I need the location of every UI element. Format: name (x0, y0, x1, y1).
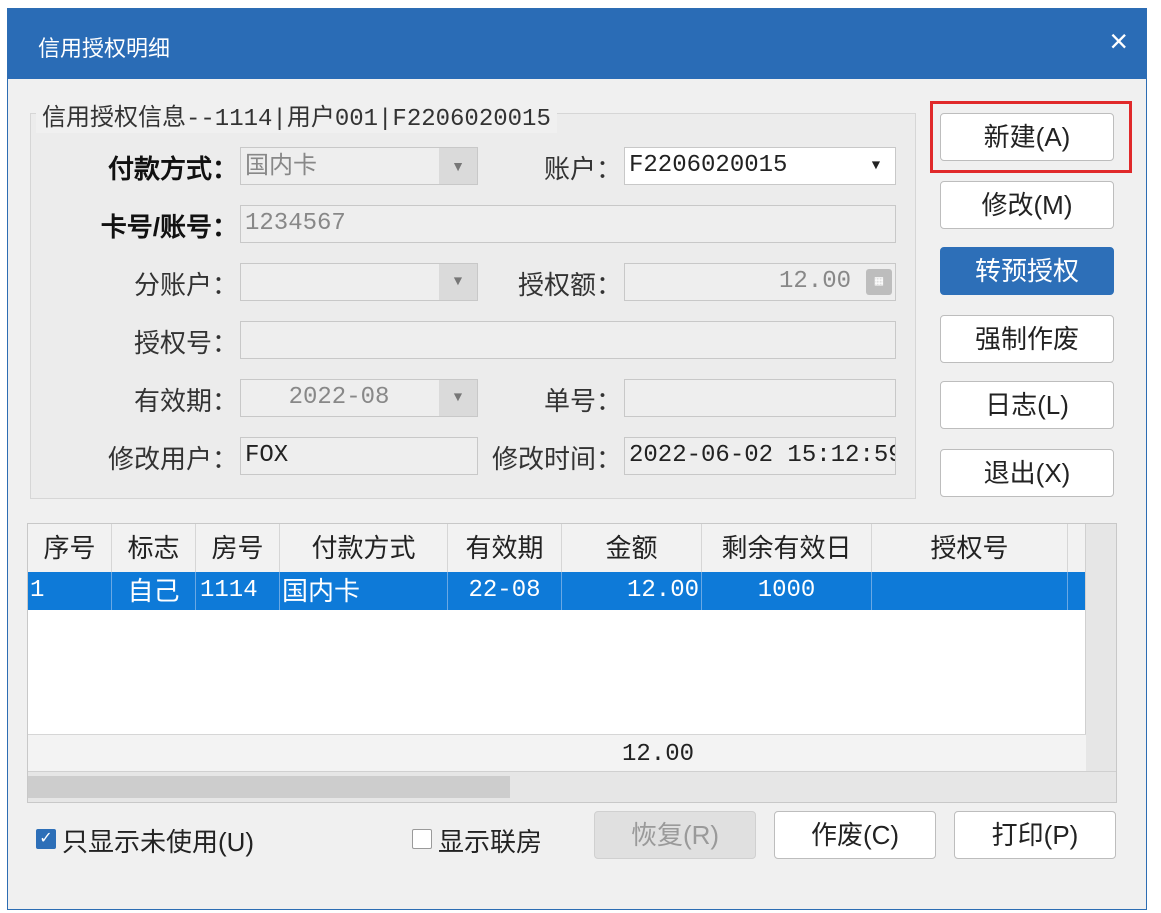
total-amount: 12.00 (621, 741, 694, 768)
window-title: 信用授权明细 (38, 36, 171, 61)
cell-flag: 自己 (112, 572, 196, 610)
card-no-label: 卡号/账号： (100, 212, 238, 242)
pay-method-value: 国内卡 (245, 152, 317, 179)
mod-time-field: 2022-06-02 15:12:59 (624, 437, 896, 475)
pay-method-label: 付款方式： (107, 154, 238, 184)
col-header-auth-no[interactable]: 授权号 (872, 524, 1068, 572)
col-header-seq[interactable]: 序号 (28, 524, 112, 572)
auth-no-field[interactable] (240, 321, 896, 359)
calculator-icon[interactable]: ▦ (866, 269, 892, 295)
vertical-scrollbar[interactable] (1085, 524, 1116, 774)
pay-method-select[interactable]: 国内卡 ▼ (240, 147, 478, 185)
account-select[interactable]: F2206020015 ▼ (624, 147, 896, 185)
col-header-expiry[interactable]: 有效期 (448, 524, 562, 572)
card-no-field[interactable]: 1234567 (240, 205, 896, 243)
expiry-label: 有效期： (133, 386, 238, 416)
dialog-window: 信用授权明细 × 信用授权信息--1114|用户001|F2206020015 … (7, 8, 1147, 910)
chevron-down-icon[interactable]: ▼ (439, 148, 477, 184)
print-button[interactable]: 打印(P) (954, 811, 1116, 859)
table-header: 序号 标志 房号 付款方式 有效期 金额 剩余有效日 授权号 (28, 524, 1086, 573)
col-header-amount[interactable]: 金额 (562, 524, 702, 572)
sub-account-select[interactable]: ▼ (240, 263, 478, 301)
cell-room: 1114 (196, 572, 280, 610)
col-header-flag[interactable]: 标志 (112, 524, 196, 572)
col-header-room[interactable]: 房号 (196, 524, 280, 572)
restore-button[interactable]: 恢复(R) (594, 811, 756, 859)
auth-table[interactable]: 序号 标志 房号 付款方式 有效期 金额 剩余有效日 授权号 1 自己 1114… (27, 523, 1117, 803)
mod-time-label: 修改时间： (491, 444, 622, 474)
mod-user-label: 修改用户： (107, 444, 238, 474)
horizontal-scrollbar[interactable] (28, 771, 1116, 802)
cell-remaining-days: 1000 (702, 572, 872, 610)
show-linked-checkbox[interactable] (412, 829, 432, 849)
cell-expiry: 22-08 (448, 572, 562, 610)
exit-button[interactable]: 退出(X) (940, 449, 1114, 497)
new-button[interactable]: 新建(A) (940, 113, 1114, 161)
col-header-remaining-days[interactable]: 剩余有效日 (702, 524, 872, 572)
show-linked-label[interactable]: 显示联房 (438, 822, 542, 859)
force-void-button[interactable]: 强制作废 (940, 315, 1114, 363)
void-button[interactable]: 作废(C) (774, 811, 936, 859)
cell-amount: 12.00 (562, 572, 702, 610)
group-title: 信用授权信息--1114|用户001|F2206020015 (36, 97, 557, 133)
to-preauth-button[interactable]: 转预授权 (940, 247, 1114, 295)
chevron-down-icon[interactable]: ▼ (439, 264, 477, 300)
auth-amount-field[interactable]: 12.00 ▦ (624, 263, 896, 301)
title-bar: 信用授权明细 × (8, 9, 1146, 79)
chevron-down-icon[interactable]: ▼ (439, 380, 477, 416)
only-unused-label[interactable]: 只显示未使用(U) (62, 822, 254, 859)
auth-amount-value: 12.00 (778, 268, 851, 295)
mod-user-field: FOX (240, 437, 478, 475)
only-unused-checkbox[interactable]: ✓ (36, 829, 56, 849)
expiry-select[interactable]: 2022-08 ▼ (240, 379, 478, 417)
table-footer: 12.00 (28, 734, 1086, 775)
account-value: F2206020015 (629, 152, 788, 179)
doc-no-field[interactable] (624, 379, 896, 417)
doc-no-label: 单号： (543, 386, 622, 416)
close-icon[interactable]: × (1109, 23, 1128, 59)
account-label: 账户： (543, 154, 622, 184)
sub-account-label: 分账户： (133, 270, 238, 300)
scrollbar-thumb[interactable] (28, 776, 510, 798)
log-button[interactable]: 日志(L) (940, 381, 1114, 429)
expiry-value: 2022-08 (288, 384, 390, 411)
cell-auth-no (872, 572, 1068, 610)
cell-seq: 1 (28, 572, 112, 610)
table-row[interactable]: 1 自己 1114 国内卡 22-08 12.00 1000 (28, 572, 1086, 610)
check-icon: ✓ (39, 830, 53, 847)
auth-no-label: 授权号： (133, 328, 238, 358)
edit-button[interactable]: 修改(M) (940, 181, 1114, 229)
col-header-pay-method[interactable]: 付款方式 (280, 524, 448, 572)
chevron-down-icon[interactable]: ▼ (857, 148, 895, 184)
cell-pay-method: 国内卡 (280, 572, 448, 610)
auth-amount-label: 授权额： (517, 270, 622, 300)
